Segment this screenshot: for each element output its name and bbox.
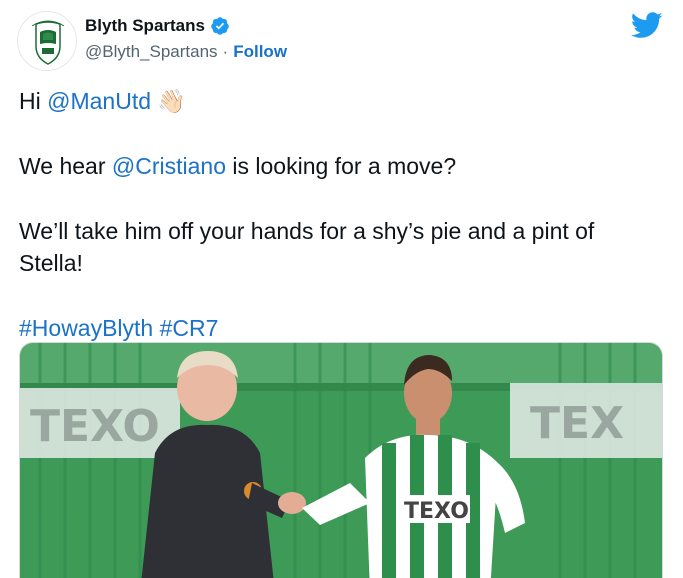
banner-text-right: TEX	[530, 398, 624, 449]
mention-manutd[interactable]: @ManUtd	[47, 88, 151, 114]
tweet-line-3: We’ll take him off your hands for a shy’…	[19, 218, 595, 276]
handle-row: @Blyth_Spartans · Follow	[85, 42, 287, 62]
tweet-photo[interactable]: TEXO TEX TEXO	[19, 342, 663, 578]
waving-hand-icon: 👋🏻	[157, 88, 187, 114]
mention-cristiano[interactable]: @Cristiano	[112, 153, 226, 179]
photo-illustration: TEXO TEX TEXO	[20, 343, 662, 578]
hashtag-howayblyth[interactable]: #HowayBlyth	[19, 315, 153, 341]
tweet-line-2: We hear @Cristiano is looking for a move…	[19, 150, 664, 182]
hashtag-cr7[interactable]: #CR7	[160, 315, 219, 341]
text-we-hear: We hear	[19, 153, 112, 179]
hashtags: #HowayBlyth #CR7	[19, 312, 664, 344]
banner-text-left: TEXO	[30, 401, 160, 452]
twitter-bird-icon[interactable]	[630, 12, 663, 39]
tweet-line-1: Hi @ManUtd 👋🏻	[19, 85, 664, 117]
name-row: Blyth Spartans	[85, 15, 287, 37]
tweet-card: Blyth Spartans @Blyth_Spartans · Follow …	[0, 0, 683, 578]
avatar[interactable]	[17, 11, 77, 71]
tweet-text: Hi @ManUtd 👋🏻 We hear @Cristiano is look…	[19, 85, 664, 344]
club-crest-icon	[19, 13, 76, 70]
display-name[interactable]: Blyth Spartans	[85, 16, 205, 36]
handle[interactable]: @Blyth_Spartans	[85, 42, 218, 62]
text-looking-move: is looking for a move?	[226, 153, 457, 179]
separator: ·	[222, 42, 229, 61]
author-block: Blyth Spartans @Blyth_Spartans · Follow	[85, 15, 287, 62]
shirt-sponsor-text: TEXO	[404, 499, 469, 524]
text-hi: Hi	[19, 88, 48, 114]
verified-badge-icon	[210, 16, 230, 36]
follow-button[interactable]: Follow	[233, 42, 287, 62]
